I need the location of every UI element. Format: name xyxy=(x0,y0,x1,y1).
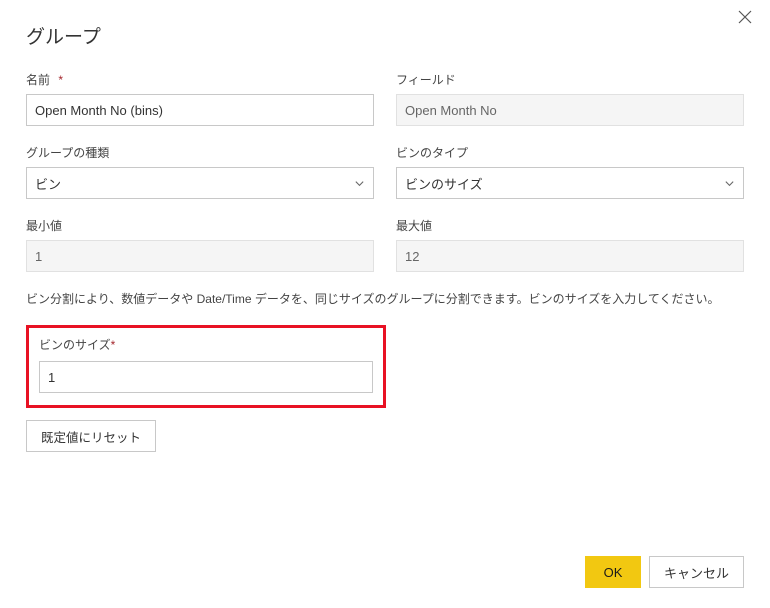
bin-type-value: ビンのサイズ xyxy=(405,174,483,193)
group-type-select[interactable]: ビン xyxy=(26,167,374,199)
field-label: フィールド xyxy=(396,71,744,88)
bin-size-input[interactable] xyxy=(39,361,373,393)
dialog-footer: OK キャンセル xyxy=(585,556,744,588)
bin-size-highlight: ビンのサイズ* xyxy=(26,325,386,408)
min-readonly: 1 xyxy=(26,240,374,272)
name-required-asterisk: * xyxy=(58,73,63,87)
cancel-button[interactable]: キャンセル xyxy=(649,556,744,588)
bin-type-label: ビンのタイプ xyxy=(396,144,744,161)
min-label: 最小値 xyxy=(26,217,374,234)
name-input[interactable] xyxy=(26,94,374,126)
bin-type-select[interactable]: ビンのサイズ xyxy=(396,167,744,199)
dialog-title: グループ xyxy=(26,22,744,49)
name-label-text: 名前 xyxy=(26,73,50,87)
group-type-label: グループの種類 xyxy=(26,144,374,161)
field-readonly: Open Month No xyxy=(396,94,744,126)
close-icon xyxy=(738,10,756,24)
bin-size-required-asterisk: * xyxy=(111,338,116,352)
name-label: 名前 * xyxy=(26,71,374,88)
groups-dialog: グループ 名前 * フィールド Open Month No グループの種類 ビン xyxy=(0,0,770,608)
row-min-max: 最小値 1 最大値 12 xyxy=(26,217,744,272)
row-name-field: 名前 * フィールド Open Month No xyxy=(26,71,744,126)
reset-to-default-button[interactable]: 既定値にリセット xyxy=(26,420,156,452)
row-grouptype-bintype: グループの種類 ビン ビンのタイプ ビンのサイズ xyxy=(26,144,744,199)
chevron-down-icon xyxy=(723,177,735,189)
max-readonly: 12 xyxy=(396,240,744,272)
ok-button[interactable]: OK xyxy=(585,556,641,588)
max-label: 最大値 xyxy=(396,217,744,234)
bin-size-label: ビンのサイズ* xyxy=(39,336,373,353)
bin-size-label-text: ビンのサイズ xyxy=(39,338,111,352)
group-type-value: ビン xyxy=(35,174,61,193)
help-text: ビン分割により、数値データや Date/Time データを、同じサイズのグループ… xyxy=(26,290,744,307)
close-button[interactable] xyxy=(738,10,756,28)
chevron-down-icon xyxy=(353,177,365,189)
